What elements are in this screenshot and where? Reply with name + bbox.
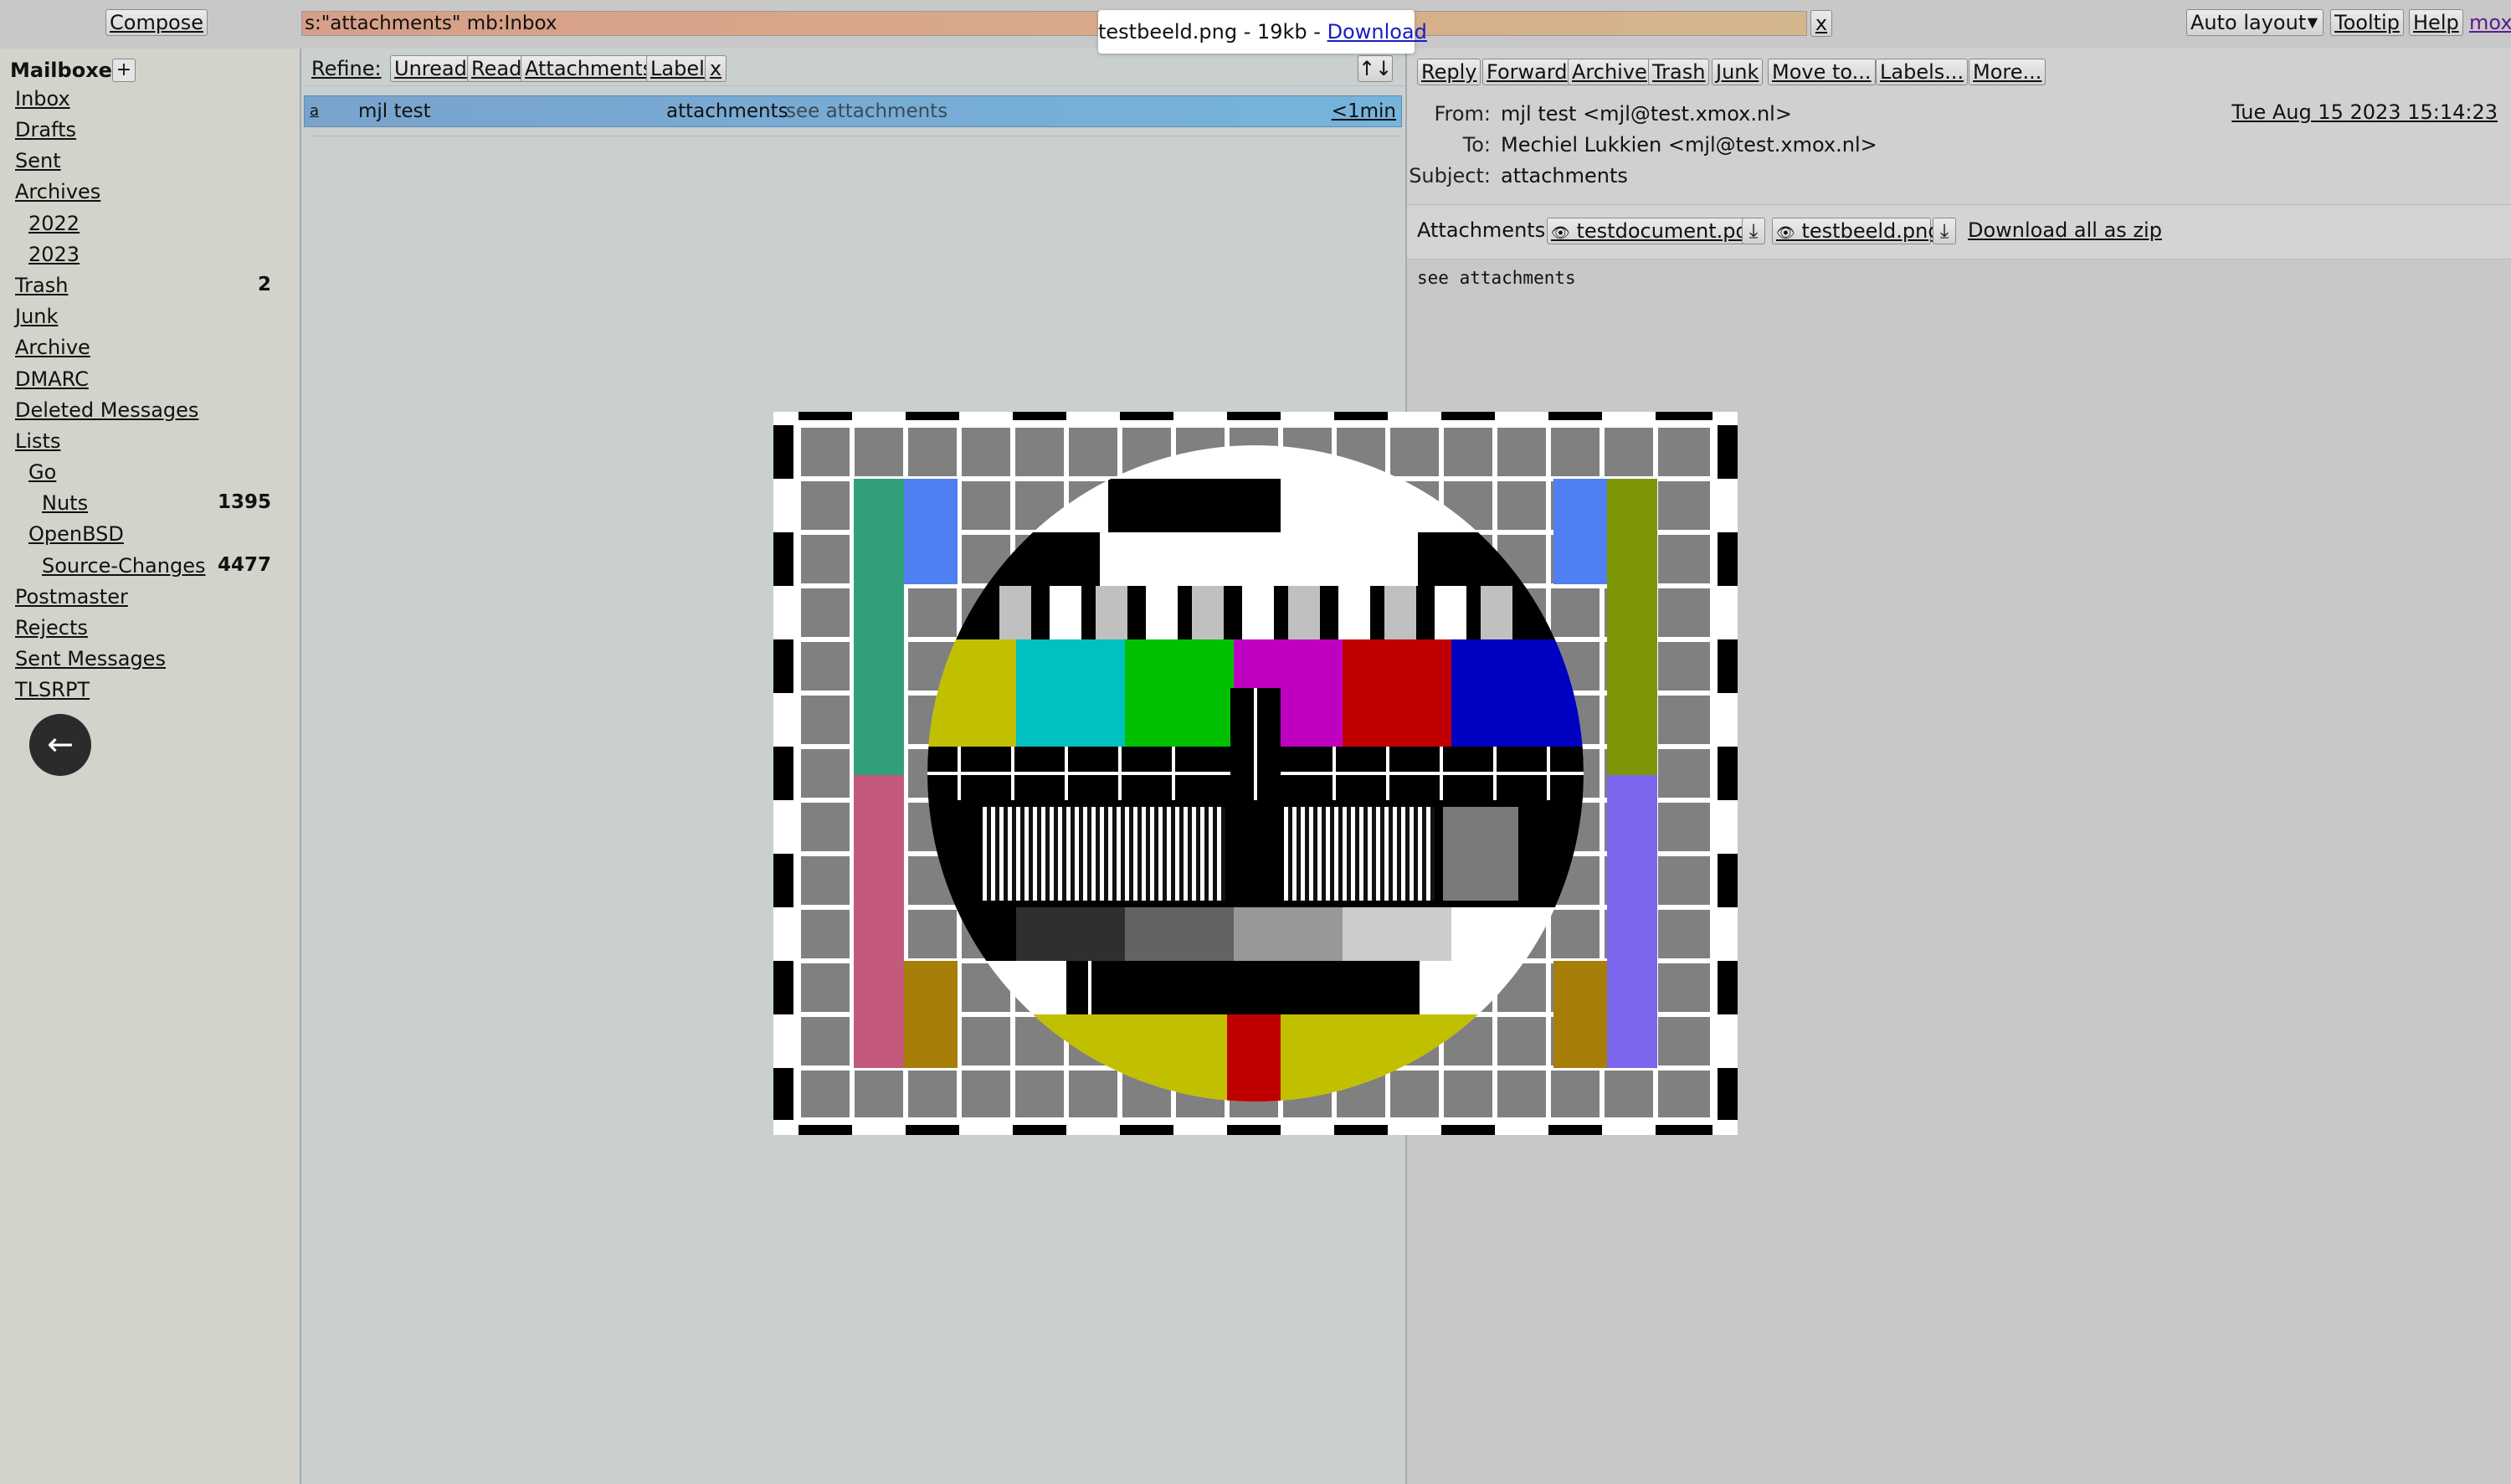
refine-label-button[interactable]: Label [646, 55, 709, 82]
more-button[interactable]: More... [1969, 59, 2046, 85]
mailbox-lists-go[interactable]: Go [28, 460, 56, 490]
mailbox-inbox[interactable]: Inbox [15, 87, 70, 117]
mailbox-trash[interactable]: Trash 2 [15, 274, 286, 304]
archive-button[interactable]: Archive [1568, 59, 1651, 85]
labels-button[interactable]: Labels... [1876, 59, 1969, 85]
message-from: mjl test [358, 100, 431, 122]
mailbox-junk[interactable]: Junk [15, 305, 58, 335]
sort-toggle-button[interactable]: ↑↓ [1358, 55, 1393, 82]
attachment-info-text: testbeeld.png - 19kb - [1098, 20, 1327, 44]
mailbox-archives-2022[interactable]: 2022 [28, 212, 80, 242]
download-testbeeld-button[interactable]: ⤓ [1933, 218, 1956, 244]
compose-button[interactable]: Compose [105, 9, 208, 36]
mailbox-dmarc[interactable]: DMARC [15, 367, 89, 398]
layout-select-value: Auto layout [2190, 11, 2307, 34]
eye-icon: 👁 [1551, 224, 1570, 242]
mailbox-rejects[interactable]: Rejects [15, 616, 88, 646]
mailbox-deleted-messages[interactable]: Deleted Messages [15, 398, 198, 429]
mailbox-nuts[interactable]: Nuts 1395 [42, 491, 286, 521]
message-body: see attachments [1417, 268, 1576, 288]
tooltip-button[interactable]: Tooltip [2330, 9, 2404, 36]
mailbox-archives[interactable]: Archives [15, 180, 100, 210]
mailbox-archives-2023[interactable]: 2023 [28, 243, 80, 273]
junk-button[interactable]: Junk [1712, 59, 1764, 85]
mailbox-archive[interactable]: Archive [15, 336, 90, 366]
mailbox-tlsrpt[interactable]: TLSRPT [15, 678, 90, 708]
mailbox-sidebar: Mailboxes + Inbox Drafts Sent Archives 2… [0, 49, 301, 1484]
to-label: To: [1462, 133, 1491, 157]
message-row[interactable]: a mjl test attachments see attachments <… [304, 95, 1402, 127]
refine-attachments-button[interactable]: Attachments [521, 55, 658, 82]
refine-unread-button[interactable]: Unread [390, 55, 471, 82]
message-flag: a [310, 102, 320, 120]
eye-icon: 👁 [1776, 224, 1795, 242]
add-mailbox-button[interactable]: + [112, 59, 136, 82]
message-subject: attachments [666, 100, 788, 122]
search-input[interactable]: s:"attachments" mb:Inbox [301, 11, 1807, 36]
trash-button[interactable]: Trash [1648, 59, 1710, 85]
download-all-zip-link[interactable]: Download all as zip [1968, 218, 2162, 242]
subject-label: Subject: [1409, 164, 1491, 187]
download-link[interactable]: Download [1327, 20, 1427, 44]
attachment-info-popup: testbeeld.png - 19kb - Download [1098, 10, 1427, 54]
attachment-testdocument-button[interactable]: 👁 testdocument.pdf [1547, 218, 1755, 244]
reply-button[interactable]: Reply [1417, 59, 1481, 85]
refine-clear-button[interactable]: x [705, 55, 727, 82]
mailbox-lists[interactable]: Lists [15, 429, 60, 460]
mailbox-openbsd[interactable]: OpenBSD [28, 522, 124, 552]
mailbox-source-changes[interactable]: Source-Changes 4477 [42, 554, 286, 584]
mailbox-sent[interactable]: Sent [15, 149, 61, 179]
search-clear-button[interactable]: x [1810, 10, 1832, 37]
to-value: Mechiel Lukkien <mjl@test.xmox.nl> [1501, 133, 1877, 157]
chevron-down-icon: ▼ [2307, 14, 2318, 30]
message-date[interactable]: Tue Aug 15 2023 15:14:23 [2231, 100, 2498, 124]
forward-button[interactable]: Forward [1482, 59, 1572, 85]
unread-count: 1395 [217, 491, 271, 513]
mailbox-sent-messages[interactable]: Sent Messages [15, 647, 166, 677]
test-card-image [773, 412, 1738, 1135]
list-header-divider [301, 85, 1404, 86]
back-button[interactable]: ← [29, 714, 91, 776]
unread-count: 4477 [217, 554, 271, 576]
from-value: mjl test <mjl@test.xmox.nl> [1501, 102, 1792, 126]
layout-select[interactable]: Auto layout ▼ [2186, 9, 2324, 36]
mailbox-drafts[interactable]: Drafts [15, 118, 76, 148]
move-to-button[interactable]: Move to... [1768, 59, 1876, 85]
from-label: From: [1434, 102, 1491, 126]
attachments-bar: Attachments: 👁 testdocument.pdf ⤓ 👁 test… [1407, 205, 2511, 259]
refine-read-button[interactable]: Read [467, 55, 526, 82]
mailboxes-title: Mailboxes [10, 59, 125, 82]
attachment-testbeeld-button[interactable]: 👁 testbeeld.png [1772, 218, 1941, 244]
mox-brand-link[interactable]: mox [2469, 11, 2511, 34]
arrow-left-icon: ← [47, 726, 74, 763]
attachment-image-viewer[interactable] [773, 412, 1738, 1135]
message-age: <1min [1331, 100, 1396, 122]
message-header: Reply Forward Archive Trash Junk Move to… [1407, 49, 2511, 205]
help-button[interactable]: Help [2409, 9, 2463, 36]
message-snippet: see attachments [786, 100, 948, 122]
attachments-label: Attachments: [1417, 218, 1553, 242]
subject-value: attachments [1501, 164, 1628, 187]
download-testdocument-button[interactable]: ⤓ [1742, 218, 1765, 244]
mailbox-postmaster[interactable]: Postmaster [15, 585, 128, 615]
unread-count: 2 [257, 274, 271, 295]
refine-label: Refine: [311, 57, 382, 80]
